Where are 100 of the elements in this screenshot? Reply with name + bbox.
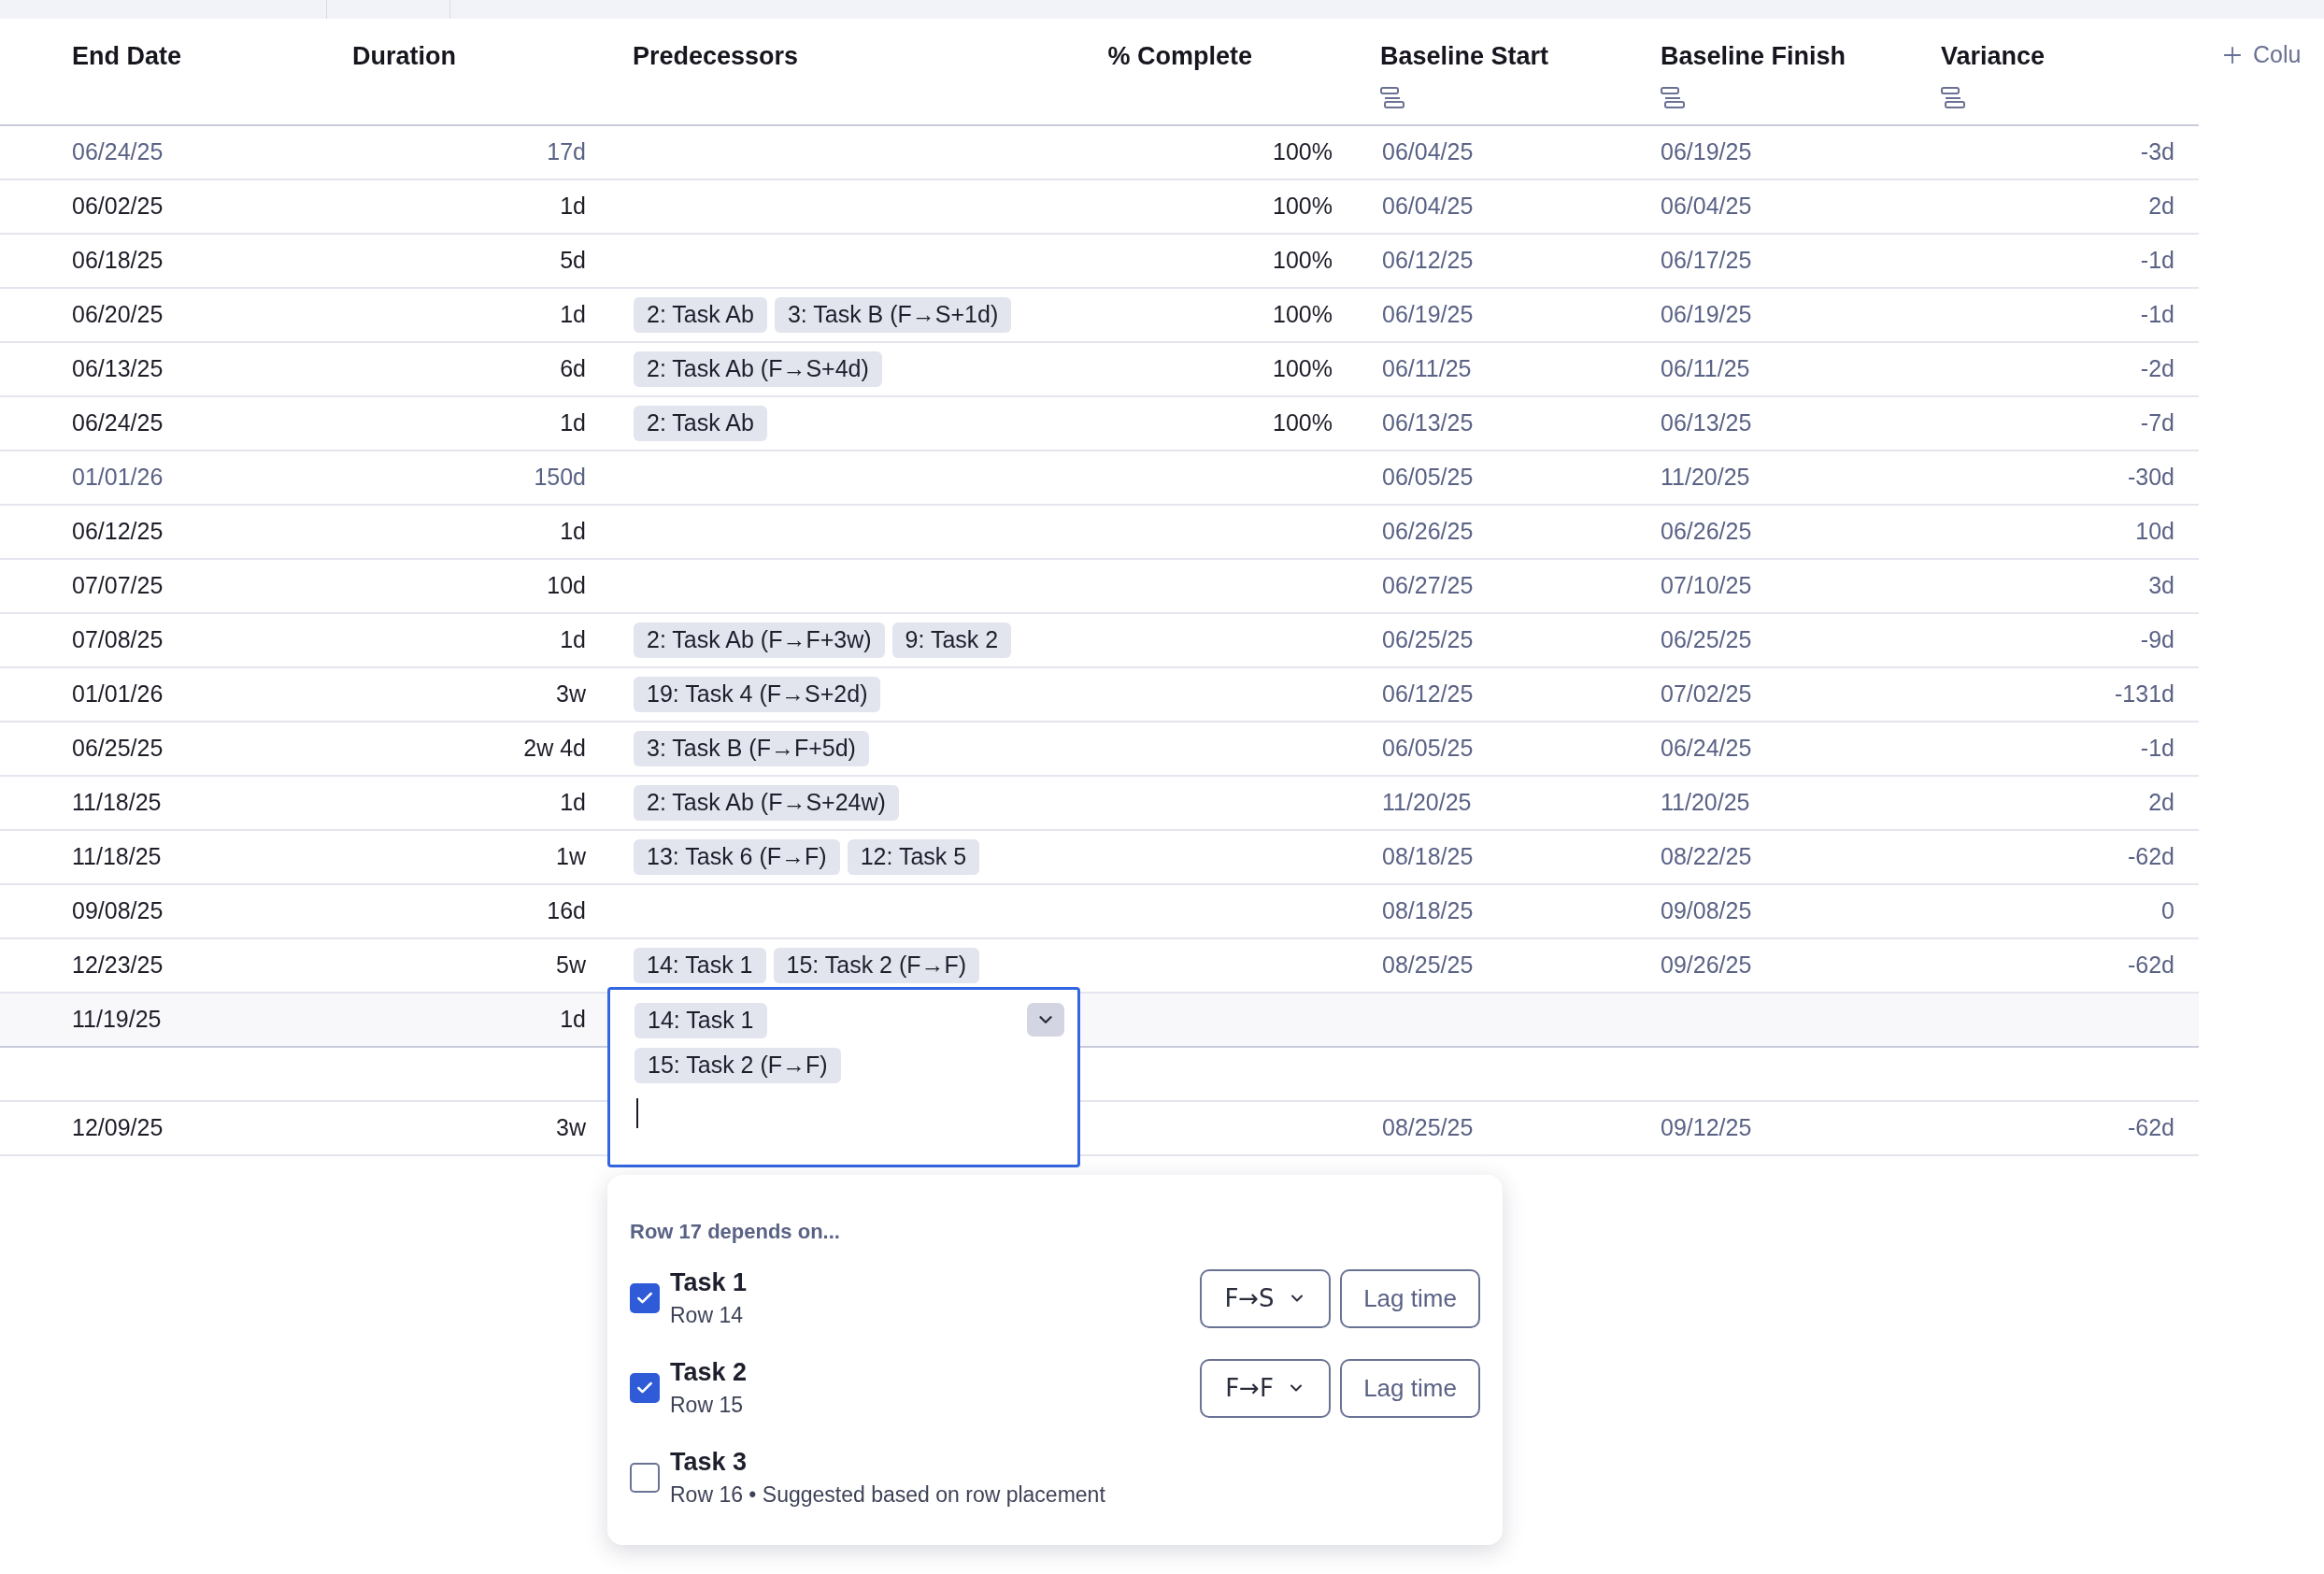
baseline-finish-cell: 11/20/25: [1661, 464, 1750, 491]
column-header: Predecessors: [633, 41, 799, 72]
add-column-button[interactable]: Colu: [2219, 37, 2302, 73]
duration-cell: 1d: [560, 193, 586, 220]
end-date-cell: 12/23/25: [72, 952, 164, 979]
end-date-cell: 06/24/25: [72, 409, 164, 436]
column-header: Baseline Start: [1380, 41, 1549, 72]
predecessor-chip[interactable]: 9: Task 2: [891, 622, 1012, 658]
task-title: Task 3: [670, 1447, 749, 1478]
duration-cell: 1d: [560, 518, 586, 545]
baseline-finish-cell: 07/02/25: [1661, 680, 1752, 708]
duration-cell: 1d: [560, 409, 586, 436]
variance-cell: 0: [2161, 897, 2174, 924]
column-header: % Complete: [1107, 41, 1252, 72]
end-date-cell: 06/18/25: [72, 247, 164, 274]
predecessor-chip[interactable]: 14: Task 1: [634, 948, 766, 983]
variance-cell: -7d: [2140, 409, 2174, 436]
end-date-cell: 07/07/25: [72, 572, 164, 599]
baseline-start-cell: 06/26/25: [1382, 518, 1474, 545]
variance-cell: -1d: [2140, 301, 2174, 328]
end-date-cell: 07/08/25: [72, 626, 164, 653]
baseline-start-cell: 06/27/25: [1382, 572, 1474, 599]
baseline-start-cell: 08/25/25: [1382, 952, 1474, 979]
predecessor-chip[interactable]: 2: Task Ab: [634, 406, 767, 441]
end-date-cell: 11/18/25: [72, 789, 162, 816]
predecessor-chip[interactable]: 19: Task 4 (F→S+2d): [634, 677, 881, 712]
duration-cell: 3w: [556, 1114, 586, 1141]
predecessor-chip[interactable]: 3: Task B (F→F+5d): [634, 731, 869, 766]
column-header: Baseline Finish: [1661, 41, 1846, 72]
checkbox[interactable]: [630, 1463, 660, 1493]
baseline-finish-cell: 09/26/25: [1661, 952, 1752, 979]
end-date-cell: 11/19/25: [72, 1006, 162, 1033]
predecessor-chip[interactable]: 15: Task 2 (F→F): [773, 948, 980, 983]
checkbox[interactable]: [630, 1283, 660, 1313]
baseline-finish-cell: 06/25/25: [1661, 626, 1752, 653]
predecessor-chip[interactable]: 14: Task 1: [634, 1003, 767, 1038]
baseline-finish-cell: 06/19/25: [1661, 138, 1752, 165]
task-subtitle: Row 16 • Suggested based on row placement: [670, 1481, 1106, 1509]
baseline-finish-cell: 06/11/25: [1661, 355, 1750, 382]
baseline-icon: [1380, 86, 1404, 109]
baseline-start-cell: 06/04/25: [1382, 193, 1474, 220]
baseline-start-cell: 11/20/25: [1382, 789, 1472, 816]
baseline-start-cell: 06/05/25: [1382, 464, 1474, 491]
baseline-start-cell: 06/19/25: [1382, 301, 1474, 328]
percent-complete-cell: 100%: [1273, 409, 1333, 436]
end-date-cell: 01/01/26: [72, 464, 164, 491]
lag-time-button[interactable]: Lag time: [1340, 1358, 1480, 1418]
predecessor-picker-menu[interactable]: 14: Task 1 15: Task 2 (F→F): [607, 987, 1080, 1167]
end-date-cell: 09/08/25: [72, 897, 164, 924]
baseline-start-cell: 08/18/25: [1382, 897, 1474, 924]
baseline-finish-cell: 06/19/25: [1661, 301, 1752, 328]
baseline-icon: [1661, 86, 1685, 109]
popup-heading: Row 17 depends on...: [630, 1219, 841, 1245]
lag-time-button[interactable]: Lag time: [1340, 1268, 1480, 1328]
predecessor-chip[interactable]: 3: Task B (F→S+1d): [774, 297, 1012, 333]
end-date-cell: 12/09/25: [72, 1114, 164, 1141]
variance-cell: -62d: [2127, 843, 2174, 870]
duration-cell: 150d: [534, 464, 586, 491]
baseline-finish-cell: 11/20/25: [1661, 789, 1750, 816]
baseline-start-cell: 06/13/25: [1382, 409, 1474, 436]
duration-cell: 1d: [560, 626, 586, 653]
task-title: Task 1: [670, 1267, 749, 1298]
baseline-finish-cell: 06/17/25: [1661, 247, 1752, 274]
duration-cell: 1d: [560, 301, 586, 328]
task-subtitle: Row 14: [670, 1302, 744, 1329]
variance-cell: 10d: [2135, 518, 2174, 545]
dropdown-toggle[interactable]: [1027, 1003, 1064, 1037]
baseline-start-cell: 08/18/25: [1382, 843, 1474, 870]
predecessor-chip[interactable]: 2: Task Ab (F→F+3w): [634, 622, 885, 658]
variance-cell: -1d: [2140, 735, 2174, 762]
variance-cell: 2d: [2148, 789, 2174, 816]
predecessor-chip[interactable]: 15: Task 2 (F→F): [634, 1048, 841, 1083]
checkbox[interactable]: [630, 1373, 660, 1403]
duration-cell: 10d: [547, 572, 586, 599]
variance-cell: -9d: [2140, 626, 2174, 653]
baseline-finish-cell: 06/04/25: [1661, 193, 1752, 220]
predecessor-chip[interactable]: 2: Task Ab (F→S+24w): [634, 785, 899, 821]
duration-cell: 6d: [560, 355, 586, 382]
task-title: Task 2: [670, 1357, 749, 1388]
baseline-finish-cell: 09/12/25: [1661, 1114, 1752, 1141]
predecessor-chip[interactable]: 2: Task Ab: [634, 297, 767, 333]
variance-cell: -62d: [2127, 952, 2174, 979]
baseline-finish-cell: 06/24/25: [1661, 735, 1752, 762]
variance-cell: 3d: [2148, 572, 2174, 599]
dependency-type-select[interactable]: F→F: [1200, 1358, 1331, 1418]
baseline-finish-cell: 07/10/25: [1661, 572, 1752, 599]
predecessor-chip[interactable]: 12: Task 5: [847, 839, 980, 875]
percent-complete-cell: 100%: [1273, 355, 1333, 382]
baseline-start-cell: 08/25/25: [1382, 1114, 1474, 1141]
predecessor-chip[interactable]: 2: Task Ab (F→S+4d): [634, 351, 882, 387]
dependency-type-select[interactable]: F→S: [1200, 1268, 1331, 1328]
predecessor-chip[interactable]: 13: Task 6 (F→F): [634, 839, 840, 875]
variance-cell: -1d: [2140, 247, 2174, 274]
end-date-cell: 11/18/25: [72, 843, 162, 870]
variance-cell: -131d: [2115, 680, 2174, 708]
duration-cell: 5w: [556, 952, 586, 979]
baseline-finish-cell: 06/26/25: [1661, 518, 1752, 545]
duration-cell: 1d: [560, 789, 586, 816]
variance-cell: -62d: [2127, 1114, 2174, 1141]
baseline-start-cell: 06/04/25: [1382, 138, 1474, 165]
